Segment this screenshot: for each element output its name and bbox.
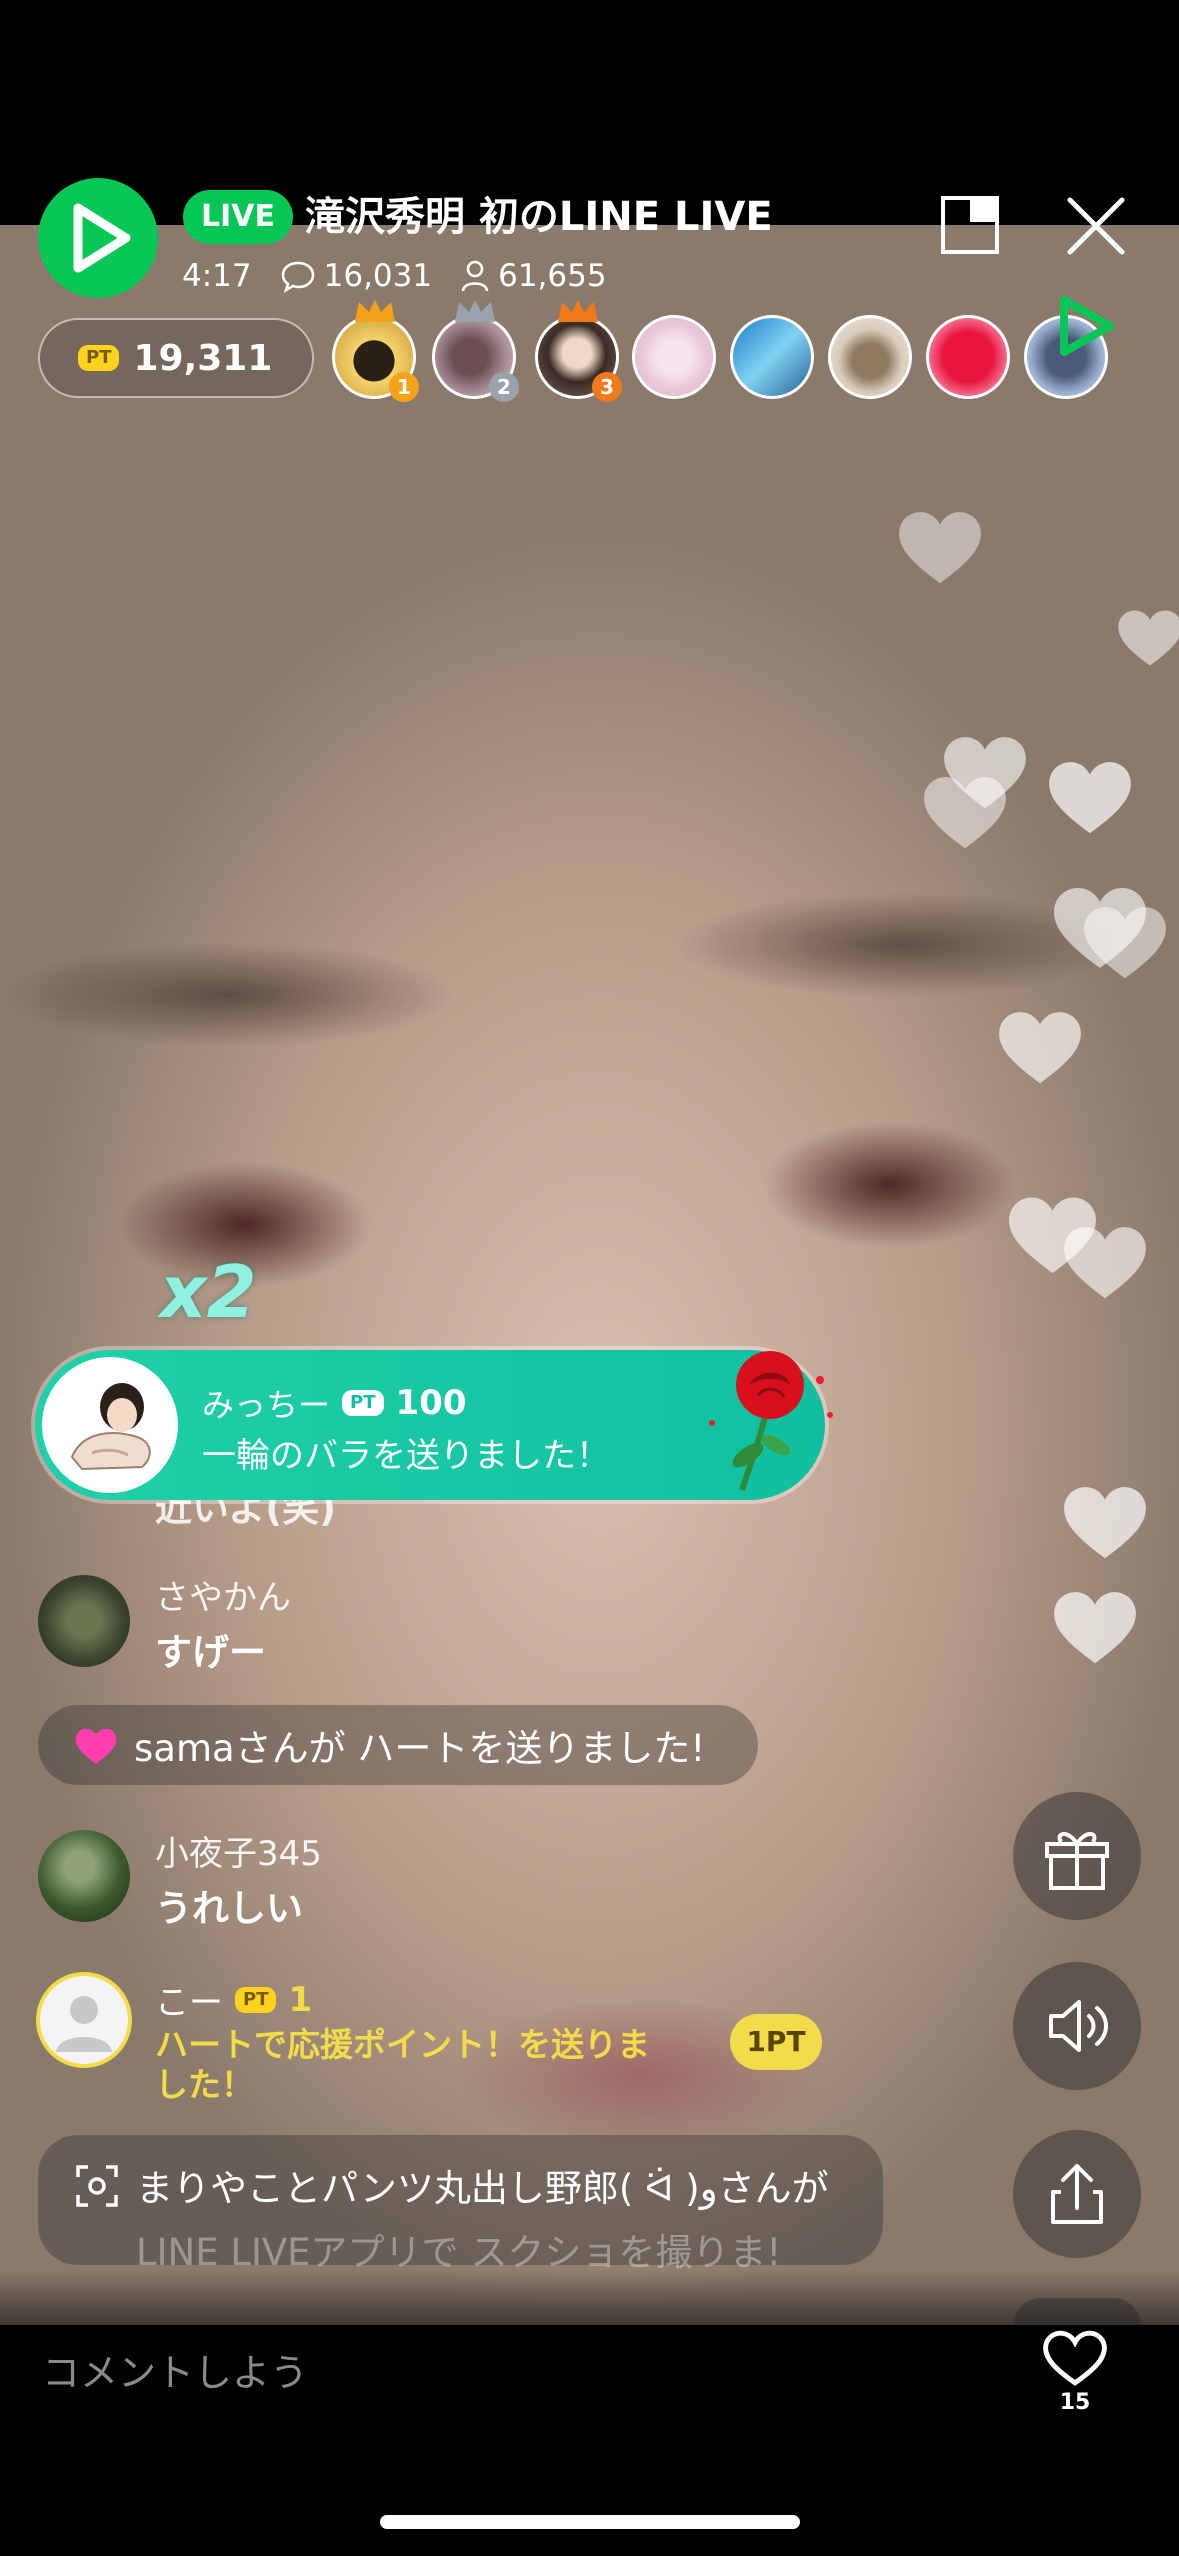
- support-points: 1: [288, 1979, 313, 2020]
- picture-in-picture-button[interactable]: [940, 195, 1000, 255]
- heart-icon: [75, 1728, 117, 1764]
- viewer-rank-badge: 3: [592, 372, 622, 402]
- viewer-rank-badge: 2: [489, 372, 519, 402]
- point-tag: 1PT: [730, 2014, 822, 2070]
- support-message-line: ハートで応援ポイント！を送りま: [155, 2025, 650, 2064]
- points-total: 19,311: [133, 337, 273, 379]
- crown-icon: [455, 300, 495, 322]
- line-live-play-icon: [1060, 296, 1114, 356]
- gift-icon: [1045, 1832, 1109, 1890]
- live-badge: LIVE: [183, 190, 293, 244]
- floating-heart-icon: [999, 1012, 1081, 1084]
- home-indicator[interactable]: [380, 2515, 800, 2529]
- points-total-pill[interactable]: PT 19,311: [38, 318, 314, 398]
- more-button[interactable]: [1013, 2298, 1141, 2326]
- gift-button[interactable]: [1013, 1792, 1141, 1920]
- pt-badge: PT: [235, 1986, 277, 2013]
- chat-username: こー: [155, 1983, 223, 2023]
- floating-heart-icon: [1118, 610, 1179, 666]
- stream-title: 滝沢秀明 初のLINE LIVE: [305, 194, 773, 240]
- comment-count: 16,031: [323, 258, 433, 294]
- screenshot-notice-text: まりやことパンツ丸出し野郎( ᐛ )وさんが: [136, 2167, 829, 2210]
- screenshot-icon: [76, 2165, 118, 2207]
- comment-icon: [281, 261, 314, 293]
- heart-outline-icon: [1043, 2330, 1107, 2386]
- play-icon: [73, 203, 131, 273]
- share-icon: [1051, 2164, 1103, 2224]
- speaker-icon: [1049, 2000, 1108, 2052]
- avatar-illustration: [70, 1383, 151, 1471]
- share-button[interactable]: [1013, 2130, 1141, 2258]
- floating-heart-icon: [899, 512, 981, 584]
- pt-badge: PT: [342, 1390, 384, 1416]
- chat-message-text: うれしい: [155, 1887, 303, 1930]
- chat-message-text: すげー: [155, 1631, 266, 1674]
- gift-sender-avatar[interactable]: [42, 1357, 178, 1493]
- support-message-line: した！: [155, 2065, 254, 2104]
- pip-icon: [941, 196, 999, 254]
- chat-username: さやかん: [155, 1578, 291, 1618]
- viewer-avatar[interactable]: [828, 315, 912, 399]
- gift-message: 一輪のバラを送りました！: [202, 1436, 610, 1476]
- chat-avatar[interactable]: [38, 1830, 130, 1922]
- stream-stats: 4:17 16,031 61,655: [182, 256, 607, 296]
- support-user-line: こー PT 1: [155, 1975, 312, 2024]
- floating-heart-icon: [1049, 762, 1131, 834]
- viewer-avatar[interactable]: [632, 315, 716, 399]
- crown-icon: [558, 300, 598, 322]
- comment-input[interactable]: コメントしよう: [42, 2342, 308, 2397]
- viewer-count: 61,655: [498, 258, 607, 294]
- chat-username: 小夜子345: [155, 1834, 322, 1874]
- floating-heart-icon: [1064, 1227, 1146, 1299]
- default-user-icon: [56, 1996, 112, 2052]
- line-live-logo-button[interactable]: [38, 178, 158, 298]
- viewer-icon: [461, 260, 489, 292]
- chat-avatar[interactable]: [38, 1575, 130, 1667]
- floating-heart-icon: [1054, 1592, 1136, 1664]
- gift-sender-line: みっちー PT 100: [202, 1380, 466, 1426]
- screenshot-notice-text: LINE LIVEアプリで スクショを撮りま!: [136, 2231, 782, 2274]
- close-button[interactable]: [1060, 190, 1132, 262]
- viewer-avatar[interactable]: [926, 315, 1010, 399]
- gift-combo-counter: x2: [160, 1250, 257, 1334]
- like-count: 15: [1059, 2390, 1091, 2415]
- pt-badge: PT: [78, 345, 120, 371]
- top-viewer-avatar-2[interactable]: 2: [432, 300, 519, 402]
- like-button[interactable]: [1040, 2325, 1110, 2389]
- heart-notice-text: samaさんが ハートを送りました!: [134, 1727, 706, 1770]
- floating-heart-icon: [924, 777, 1006, 849]
- viewer-rank-badge: 1: [389, 372, 419, 402]
- floating-heart-icon: [1084, 907, 1166, 979]
- top-viewer-avatar-1[interactable]: 1: [332, 300, 419, 402]
- screenshot-notice: まりやことパンツ丸出し野郎( ᐛ )وさんが LINE LIVEアプリで スクシ…: [38, 2135, 883, 2274]
- chat-avatar-default[interactable]: [36, 1972, 132, 2068]
- top-viewer-avatar-3[interactable]: 3: [535, 300, 622, 402]
- close-icon: [1067, 197, 1125, 255]
- gift-sender-name: みっちー: [202, 1386, 331, 1424]
- elapsed-time: 4:17: [182, 258, 252, 294]
- heart-notice: samaさんが ハートを送りました!: [38, 1705, 758, 1785]
- gift-points: 100: [395, 1383, 467, 1423]
- volume-button[interactable]: [1013, 1962, 1141, 2090]
- rose-gift-icon: [709, 1351, 833, 1491]
- viewer-avatar[interactable]: [730, 315, 814, 399]
- support-message: ハートで応援ポイント！を送りま した！: [155, 2025, 650, 2105]
- crown-icon: [355, 300, 395, 322]
- floating-heart-icon: [1064, 1487, 1146, 1559]
